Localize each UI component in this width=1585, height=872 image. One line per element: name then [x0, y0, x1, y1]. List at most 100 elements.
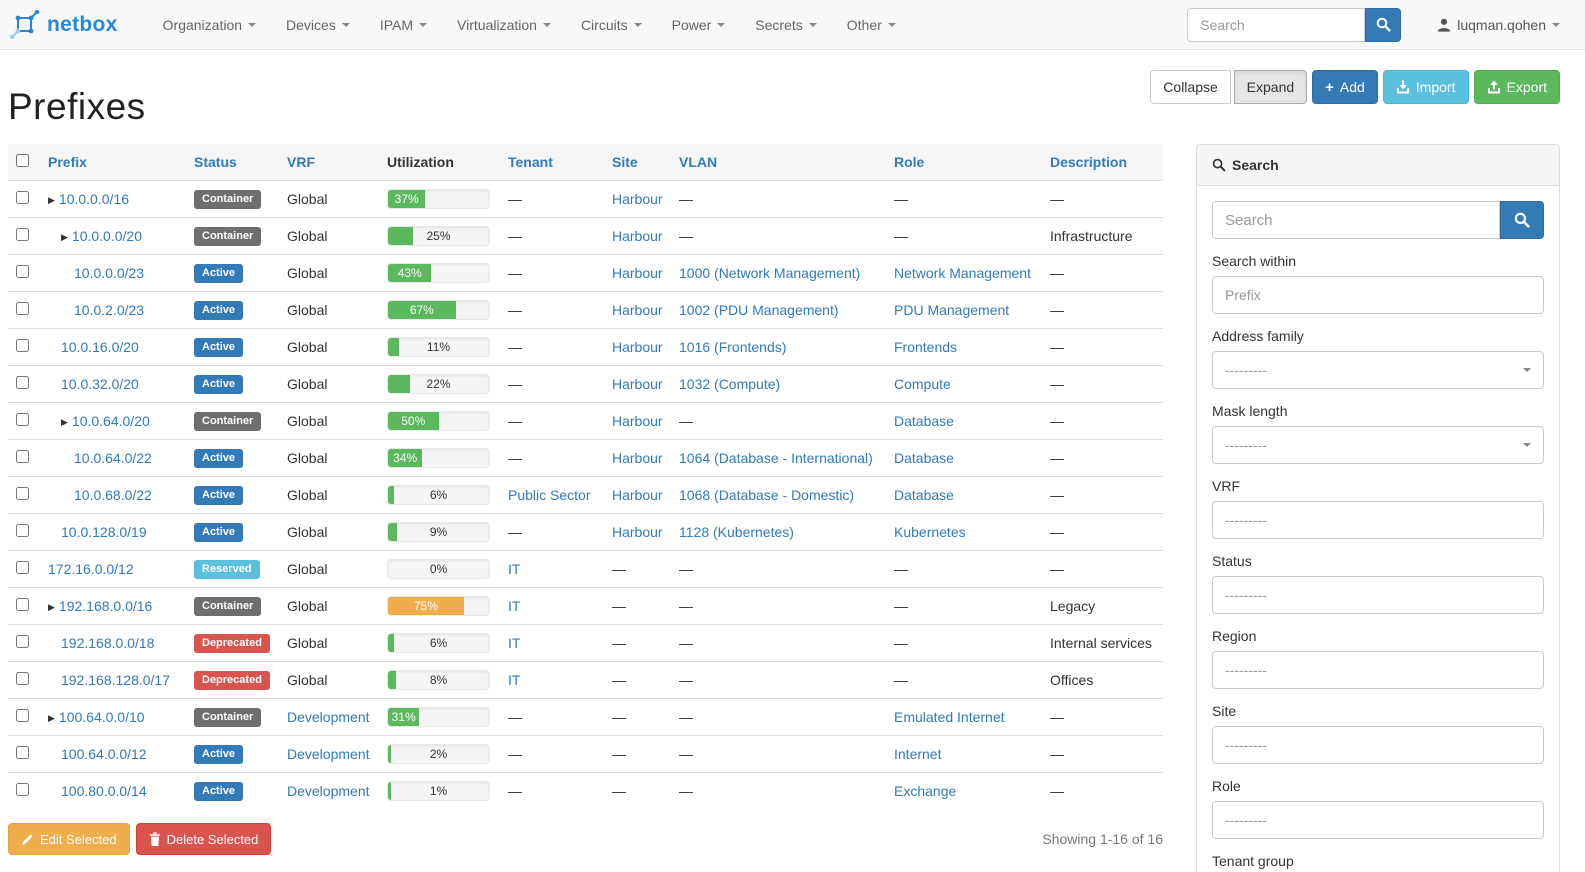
row-checkbox[interactable] [16, 450, 29, 463]
prefix-link[interactable]: 192.168.128.0/17 [61, 672, 170, 688]
select-all-checkbox[interactable] [16, 154, 29, 167]
role-link[interactable]: Compute [894, 376, 951, 392]
nav-item-power[interactable]: Power [657, 0, 741, 50]
vlan-link[interactable]: 1032 (Compute) [679, 376, 780, 392]
filter-select-role[interactable]: --------- [1212, 801, 1544, 839]
role-link[interactable]: Database [894, 487, 954, 503]
column-header-tenant[interactable]: Tenant [500, 144, 604, 181]
global-search-button[interactable] [1365, 8, 1401, 42]
column-header-description[interactable]: Description [1042, 144, 1163, 181]
role-link[interactable]: Exchange [894, 783, 956, 799]
site-link[interactable]: Harbour [612, 265, 663, 281]
collapse-button[interactable]: Collapse [1150, 70, 1230, 104]
row-checkbox[interactable] [16, 709, 29, 722]
site-link[interactable]: Harbour [612, 376, 663, 392]
row-checkbox[interactable] [16, 228, 29, 241]
site-link[interactable]: Harbour [612, 191, 663, 207]
row-checkbox[interactable] [16, 376, 29, 389]
row-checkbox[interactable] [16, 783, 29, 796]
delete-selected-button[interactable]: Delete Selected [136, 823, 272, 855]
vrf-link[interactable]: Development [287, 709, 370, 725]
site-link[interactable]: Harbour [612, 524, 663, 540]
row-checkbox[interactable] [16, 561, 29, 574]
nav-item-other[interactable]: Other [832, 0, 911, 50]
row-checkbox[interactable] [16, 487, 29, 500]
row-checkbox[interactable] [16, 413, 29, 426]
row-checkbox[interactable] [16, 598, 29, 611]
filter-select-address-family[interactable]: --------- [1212, 351, 1544, 389]
user-menu[interactable]: luqman.qohen [1437, 17, 1560, 33]
row-checkbox[interactable] [16, 746, 29, 759]
import-button[interactable]: Import [1383, 70, 1469, 104]
vrf-link[interactable]: Development [287, 746, 370, 762]
row-checkbox[interactable] [16, 265, 29, 278]
prefix-link[interactable]: 192.168.0.0/18 [61, 635, 154, 651]
tenant-link[interactable]: IT [508, 598, 520, 614]
column-header-role[interactable]: Role [886, 144, 1042, 181]
column-header-vlan[interactable]: VLAN [671, 144, 886, 181]
column-header-site[interactable]: Site [604, 144, 671, 181]
prefix-link[interactable]: 10.0.64.0/22 [74, 450, 152, 466]
prefix-link[interactable]: 100.64.0.0/12 [61, 746, 147, 762]
prefix-link[interactable]: 10.0.0.0/20 [72, 228, 142, 244]
site-link[interactable]: Harbour [612, 228, 663, 244]
vlan-link[interactable]: 1000 (Network Management) [679, 265, 860, 281]
nav-item-devices[interactable]: Devices [271, 0, 365, 50]
prefix-link[interactable]: 10.0.64.0/20 [72, 413, 150, 429]
filter-select-site[interactable]: --------- [1212, 726, 1544, 764]
row-checkbox[interactable] [16, 524, 29, 537]
role-link[interactable]: Kubernetes [894, 524, 966, 540]
site-link[interactable]: Harbour [612, 302, 663, 318]
vrf-link[interactable]: Development [287, 783, 370, 799]
prefix-link[interactable]: 10.0.32.0/20 [61, 376, 139, 392]
filter-select-status[interactable]: --------- [1212, 576, 1544, 614]
prefix-link[interactable]: 10.0.16.0/20 [61, 339, 139, 355]
filter-select-region[interactable]: --------- [1212, 651, 1544, 689]
tenant-link[interactable]: IT [508, 561, 520, 577]
prefix-link[interactable]: 10.0.0.0/16 [59, 191, 129, 207]
filter-input-search-within[interactable] [1212, 276, 1544, 314]
row-checkbox[interactable] [16, 302, 29, 315]
role-link[interactable]: PDU Management [894, 302, 1009, 318]
tenant-link[interactable]: IT [508, 635, 520, 651]
export-button[interactable]: Export [1474, 70, 1560, 104]
role-link[interactable]: Network Management [894, 265, 1031, 281]
column-header-vrf[interactable]: VRF [279, 144, 379, 181]
role-link[interactable]: Emulated Internet [894, 709, 1005, 725]
global-search-input[interactable] [1187, 8, 1365, 42]
vlan-link[interactable]: 1002 (PDU Management) [679, 302, 839, 318]
row-checkbox[interactable] [16, 191, 29, 204]
edit-selected-button[interactable]: Edit Selected [8, 823, 130, 855]
nav-item-circuits[interactable]: Circuits [566, 0, 657, 50]
tenant-link[interactable]: IT [508, 672, 520, 688]
vlan-link[interactable]: 1068 (Database - Domestic) [679, 487, 854, 503]
prefix-link[interactable]: 192.168.0.0/16 [59, 598, 152, 614]
vlan-link[interactable]: 1128 (Kubernetes) [679, 524, 794, 540]
column-header-prefix[interactable]: Prefix [40, 144, 186, 181]
filter-select-mask-length[interactable]: --------- [1212, 426, 1544, 464]
column-header-status[interactable]: Status [186, 144, 279, 181]
site-link[interactable]: Harbour [612, 339, 663, 355]
nav-item-secrets[interactable]: Secrets [740, 0, 831, 50]
vlan-link[interactable]: 1016 (Frontends) [679, 339, 786, 355]
prefix-link[interactable]: 10.0.68.0/22 [74, 487, 152, 503]
expand-button[interactable]: Expand [1234, 70, 1307, 104]
prefix-link[interactable]: 10.0.0.0/23 [74, 265, 144, 281]
site-link[interactable]: Harbour [612, 450, 663, 466]
role-link[interactable]: Internet [894, 746, 941, 762]
prefix-link[interactable]: 172.16.0.0/12 [48, 561, 134, 577]
filter-select-vrf[interactable]: --------- [1212, 501, 1544, 539]
row-checkbox[interactable] [16, 339, 29, 352]
tenant-link[interactable]: Public Sector [508, 487, 590, 503]
filter-search-input[interactable] [1212, 201, 1500, 239]
site-link[interactable]: Harbour [612, 413, 663, 429]
prefix-link[interactable]: 10.0.2.0/23 [74, 302, 144, 318]
site-link[interactable]: Harbour [612, 487, 663, 503]
prefix-link[interactable]: 100.80.0.0/14 [61, 783, 147, 799]
role-link[interactable]: Database [894, 413, 954, 429]
nav-item-virtualization[interactable]: Virtualization [442, 0, 566, 50]
filter-search-button[interactable] [1500, 201, 1544, 239]
role-link[interactable]: Database [894, 450, 954, 466]
nav-item-ipam[interactable]: IPAM [365, 0, 442, 50]
role-link[interactable]: Frontends [894, 339, 957, 355]
